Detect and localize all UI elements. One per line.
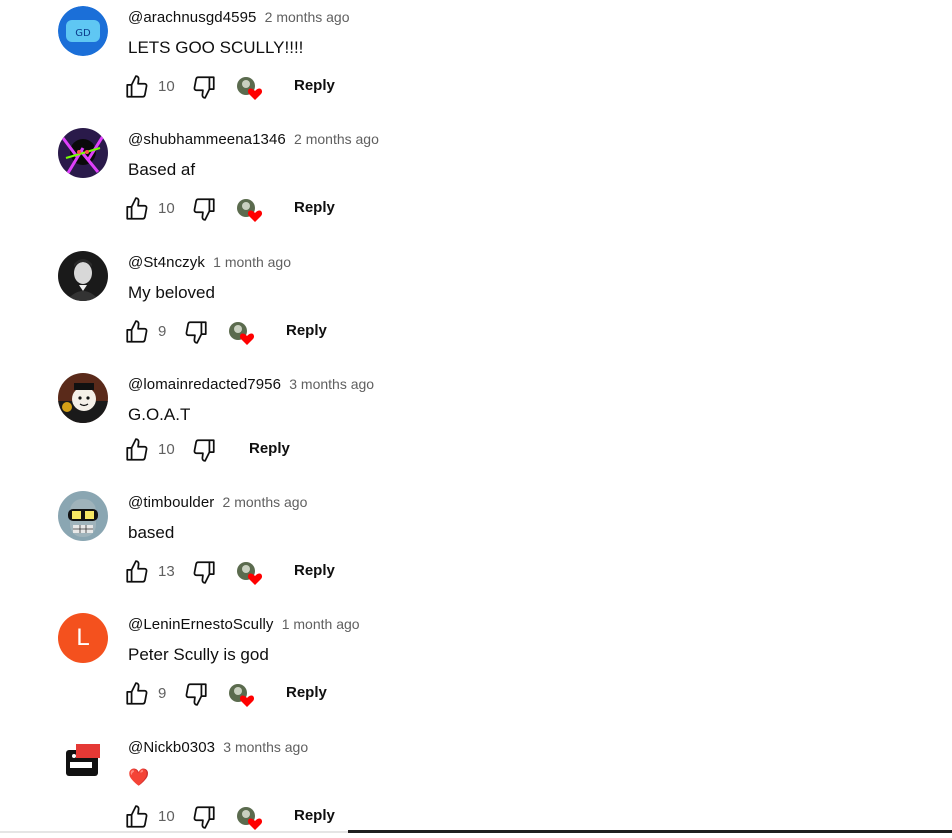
comment-timestamp[interactable]: 2 months ago — [265, 9, 350, 25]
like-count: 9 — [158, 685, 167, 702]
heart-icon — [239, 695, 255, 707]
dislike-button[interactable] — [191, 559, 217, 585]
like-count: 9 — [158, 323, 167, 340]
reply-button[interactable]: Reply — [249, 439, 290, 459]
creator-heart-badge — [228, 321, 256, 347]
avatar[interactable]: L — [58, 613, 108, 663]
dislike-button[interactable] — [191, 196, 217, 222]
like-count: 10 — [158, 441, 175, 458]
comment-timestamp[interactable]: 3 months ago — [223, 739, 308, 755]
thumbs-up-icon — [126, 560, 148, 583]
like-count: 10 — [158, 78, 175, 95]
reply-button[interactable]: Reply — [286, 321, 327, 341]
comment-timestamp[interactable]: 3 months ago — [289, 376, 374, 392]
reply-button[interactable]: Reply — [294, 806, 335, 826]
comment-timestamp[interactable]: 2 months ago — [223, 494, 308, 510]
reply-button[interactable]: Reply — [294, 76, 335, 96]
dislike-button[interactable] — [191, 437, 217, 463]
comment-text: based — [128, 523, 175, 542]
author-name[interactable]: @arachnusgd4595 — [128, 9, 257, 26]
comment-header: @arachnusgd4595 2 months ago — [128, 7, 350, 28]
comment-actions: 13 Reply — [124, 549, 524, 593]
dislike-button[interactable] — [191, 74, 217, 100]
like-button[interactable] — [124, 74, 150, 100]
like-button[interactable] — [124, 804, 150, 830]
like-count: 10 — [158, 808, 175, 825]
like-button[interactable] — [124, 196, 150, 222]
avatar[interactable] — [58, 736, 108, 786]
like-count: 10 — [158, 200, 175, 217]
thumbs-down-icon — [185, 321, 207, 344]
comment-header: @LeninErnestoScully 1 month ago — [128, 614, 360, 635]
avatar-letter: L — [76, 624, 90, 651]
avatar[interactable] — [58, 373, 108, 423]
comment-header: @shubhammeena1346 2 months ago — [128, 129, 379, 150]
comment-header: @St4nczyk 1 month ago — [128, 252, 291, 273]
thumbs-down-icon — [193, 561, 215, 584]
creator-heart-badge — [228, 683, 256, 709]
like-count: 13 — [158, 563, 175, 580]
comment-text: My beloved — [128, 283, 215, 302]
dislike-button[interactable] — [183, 681, 209, 707]
comment-header: @Nickb0303 3 months ago — [128, 737, 308, 758]
creator-heart-badge — [236, 806, 264, 832]
author-name[interactable]: @lomainredacted7956 — [128, 376, 281, 393]
author-name[interactable]: @St4nczyk — [128, 254, 205, 271]
comment-text: Based af — [128, 160, 196, 179]
like-button[interactable] — [124, 559, 150, 585]
author-name[interactable]: @LeninErnestoScully — [128, 616, 274, 633]
thumbs-up-icon — [126, 805, 148, 828]
comment-actions: 9 Reply — [124, 309, 524, 353]
comment-actions: 10 Reply — [124, 64, 524, 108]
comment-text: ❤️ — [128, 768, 150, 787]
comment-text: LETS GOO SCULLY!!!! — [128, 38, 304, 57]
comment-actions: 10 Reply — [124, 427, 524, 471]
comment-actions: 9 Reply — [124, 671, 524, 715]
reply-button[interactable]: Reply — [294, 561, 335, 581]
reply-button[interactable]: Reply — [294, 198, 335, 218]
comment-text: G.O.A.T — [128, 405, 191, 424]
thumbs-up-icon — [126, 320, 148, 343]
comment-actions: 10 Reply — [124, 186, 524, 230]
heart-icon — [247, 818, 263, 830]
author-name[interactable]: @timboulder — [128, 494, 214, 511]
thumbs-down-icon — [193, 76, 215, 99]
svg-text:GD: GD — [75, 28, 91, 39]
avatar[interactable] — [58, 128, 108, 178]
creator-heart-badge — [236, 198, 264, 224]
thumbs-up-icon — [126, 75, 148, 98]
thumbs-down-icon — [185, 683, 207, 706]
reply-button[interactable]: Reply — [286, 683, 327, 703]
avatar[interactable] — [58, 251, 108, 301]
like-button[interactable] — [124, 437, 150, 463]
comment-text: Peter Scully is god — [128, 645, 269, 664]
like-button[interactable] — [124, 681, 150, 707]
comment-timestamp[interactable]: 1 month ago — [282, 616, 360, 632]
thumbs-down-icon — [193, 439, 215, 462]
author-name[interactable]: @shubhammeena1346 — [128, 131, 286, 148]
heart-icon — [247, 88, 263, 100]
comment-header: @lomainredacted7956 3 months ago — [128, 374, 374, 395]
thumbs-up-icon — [126, 438, 148, 461]
heart-icon — [247, 210, 263, 222]
author-name[interactable]: @Nickb0303 — [128, 739, 215, 756]
comment-timestamp[interactable]: 1 month ago — [213, 254, 291, 270]
avatar[interactable]: GD — [58, 6, 108, 56]
dislike-button[interactable] — [183, 319, 209, 345]
comment-timestamp[interactable]: 2 months ago — [294, 131, 379, 147]
thumbs-up-icon — [126, 682, 148, 705]
creator-heart-badge — [236, 76, 264, 102]
thumbs-down-icon — [193, 198, 215, 221]
creator-heart-badge — [236, 561, 264, 587]
thumbs-up-icon — [126, 197, 148, 220]
dislike-button[interactable] — [191, 804, 217, 830]
heart-icon — [247, 573, 263, 585]
avatar[interactable] — [58, 491, 108, 541]
comment-header: @timboulder 2 months ago — [128, 492, 307, 513]
heart-icon — [239, 333, 255, 345]
thumbs-down-icon — [193, 806, 215, 829]
like-button[interactable] — [124, 319, 150, 345]
